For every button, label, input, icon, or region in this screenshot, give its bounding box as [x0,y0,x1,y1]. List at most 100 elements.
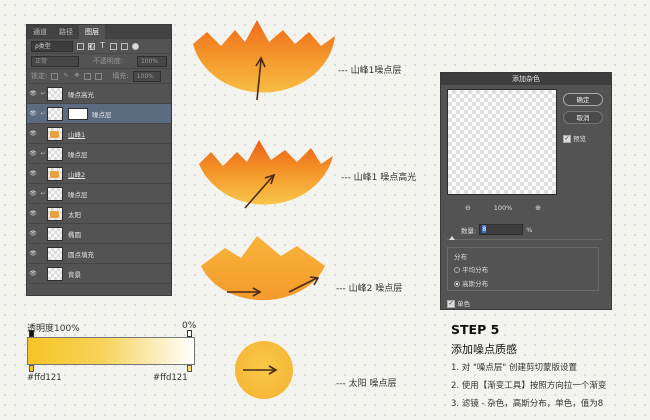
left-color-hex: #ffd121 [27,373,62,383]
gaussian-option[interactable]: 高斯分布 [454,278,488,288]
dialog-title: 添加杂色 [441,73,611,85]
fill-input[interactable]: 100% [132,70,161,82]
opacity-stop-left[interactable] [29,330,34,337]
lock-all-icon[interactable] [95,72,103,80]
visibility-eye-icon[interactable]: 👁︎ [27,170,39,177]
sun-noise-shape [235,341,293,399]
amount-input[interactable]: 8 [479,224,524,235]
zoom-out-icon[interactable]: ⊖ [465,204,471,212]
layer-thumbnail[interactable] [47,146,63,161]
preview-checkbox[interactable]: ✓ [563,135,571,143]
layer-row[interactable]: 👁︎ 圆点填充 [27,244,171,264]
visibility-eye-icon[interactable]: 👁︎ [27,190,39,197]
blend-row: 正常 不透明度: 100% [27,54,171,69]
image-filter-icon[interactable] [77,42,84,50]
layer-name: 太阳 [68,210,81,219]
layer-filter-select[interactable]: ρ类型 [31,40,73,52]
layer-row[interactable]: 👁︎ 太阳 [27,204,171,224]
mono-option[interactable]: ✓ 单色 [447,298,470,308]
visibility-eye-icon[interactable]: 👁︎ [27,250,39,257]
layer-name: 圆点填充 [68,250,94,259]
mountain2-noise-shape [201,236,325,301]
visibility-eye-icon[interactable]: 👁︎ [27,110,39,117]
tab-layers[interactable]: 图层 [79,25,105,39]
illustrations [193,20,335,399]
visibility-eye-icon[interactable]: 👁︎ [27,270,39,277]
blend-mode-select[interactable]: 正常 [31,55,79,67]
amount-label: 数量: [461,226,477,235]
preview-checkbox-row[interactable]: ✓ 预览 [563,133,586,143]
amount-slider-thumb[interactable] [449,236,455,240]
step-title: STEP 5 [451,322,500,337]
lock-pixels-icon[interactable] [51,72,59,80]
zoom-value: 100% [493,204,513,212]
step-line-3: 3. 滤镜 - 杂色，高斯分布，单色，值为8 [451,399,604,409]
step-subtitle: 添加噪点质感 [451,343,517,356]
annotation-mountain1-highlight: --- 山峰1 噪点高光 [341,173,417,183]
lock-label: 锁定: [31,72,48,80]
uniform-label: 平均分布 [462,266,489,274]
layer-name: 山峰2 [68,170,86,179]
opacity-input[interactable]: 100% [136,55,167,67]
mono-checkbox[interactable]: ✓ [447,300,455,308]
layer-row[interactable]: 👁︎ 山峰2 [27,164,171,184]
visibility-eye-icon[interactable]: 👁︎ [27,230,39,237]
layer-name: 背景 [68,270,81,279]
add-noise-dialog: 添加杂色 确定 取消 ✓ 预览 ⊖ 100% ⊕ 数量: 8 % 分布 平均分布… [440,72,612,310]
uniform-radio[interactable] [454,267,460,273]
lock-position-icon[interactable]: ✥ [73,72,80,80]
layer-thumbnail[interactable] [47,246,63,261]
layer-row[interactable]: 👁︎ ↵ 噪点层 [27,184,171,204]
layer-thumbnail[interactable] [47,126,63,141]
amount-slider[interactable] [447,239,602,240]
ok-button[interactable]: 确定 [563,93,603,106]
filter-toggle-icon[interactable] [132,42,139,50]
noise-preview[interactable] [447,89,557,195]
smart-object-filter-icon[interactable] [121,42,128,50]
color-stop-left[interactable] [29,365,34,372]
right-color-hex: #ffd121 [153,373,188,383]
visibility-eye-icon[interactable]: 👁︎ [27,130,39,137]
layer-thumbnail[interactable] [47,266,63,281]
panel-tabs: 通道 路径 图层 [27,25,171,39]
zoom-row: ⊖ 100% ⊕ [465,204,541,212]
layer-thumbnail[interactable] [47,186,63,201]
layer-thumbnail[interactable] [47,166,63,181]
layer-thumbnail[interactable] [47,206,63,221]
layer-name: 噪点高光 [68,90,94,99]
filter-row: ρ类型 ◐ T [27,39,171,54]
opacity-label: 不透明度: [92,57,124,65]
adjustment-filter-icon[interactable]: ◐ [88,42,95,50]
layer-row[interactable]: 👁︎ 背景 [27,264,171,284]
layer-list: 👁︎ ↵ 噪点高光 👁︎ ↵ 噪点层 👁︎ 山峰1 👁︎ ↵ 噪点层 👁︎ 山峰2 👁︎ ↵ 噪点层 👁︎ 太阳 👁… [27,84,171,284]
type-filter-icon[interactable]: T [99,41,106,50]
clipping-mask-icon: ↵ [40,90,46,97]
layer-thumbnail[interactable] [47,86,63,101]
layer-row[interactable]: 👁︎ ↵ 噪点层 [27,104,171,124]
clipping-mask-icon: ↵ [40,110,46,117]
cancel-button[interactable]: 取消 [563,111,603,124]
gaussian-label: 高斯分布 [462,280,489,288]
visibility-eye-icon[interactable]: 👁︎ [27,210,39,217]
layer-name: 椭圆 [68,230,81,239]
shape-filter-icon[interactable] [110,42,117,50]
layer-thumbnail[interactable] [47,226,63,241]
amount-unit: % [526,225,533,234]
visibility-eye-icon[interactable]: 👁︎ [27,90,39,97]
tab-channels[interactable]: 通道 [27,25,53,39]
layer-row[interactable]: 👁︎ 山峰1 [27,124,171,144]
lock-paint-icon[interactable]: ✎ [62,72,69,80]
gaussian-radio[interactable] [454,281,460,287]
gradient-bar[interactable] [27,337,195,365]
layer-row[interactable]: 👁︎ 椭圆 [27,224,171,244]
lock-artboard-icon[interactable] [84,72,92,80]
layer-thumbnail[interactable] [47,106,63,121]
uniform-option[interactable]: 平均分布 [454,264,488,274]
layer-row[interactable]: 👁︎ ↵ 噪点高光 [27,84,171,104]
clipping-mask-icon: ↵ [40,190,46,197]
visibility-eye-icon[interactable]: 👁︎ [27,150,39,157]
layer-row[interactable]: 👁︎ ↵ 噪点层 [27,144,171,164]
zoom-in-icon[interactable]: ⊕ [535,204,541,212]
tab-paths[interactable]: 路径 [53,25,79,39]
layer-mask-thumbnail[interactable] [68,107,88,120]
